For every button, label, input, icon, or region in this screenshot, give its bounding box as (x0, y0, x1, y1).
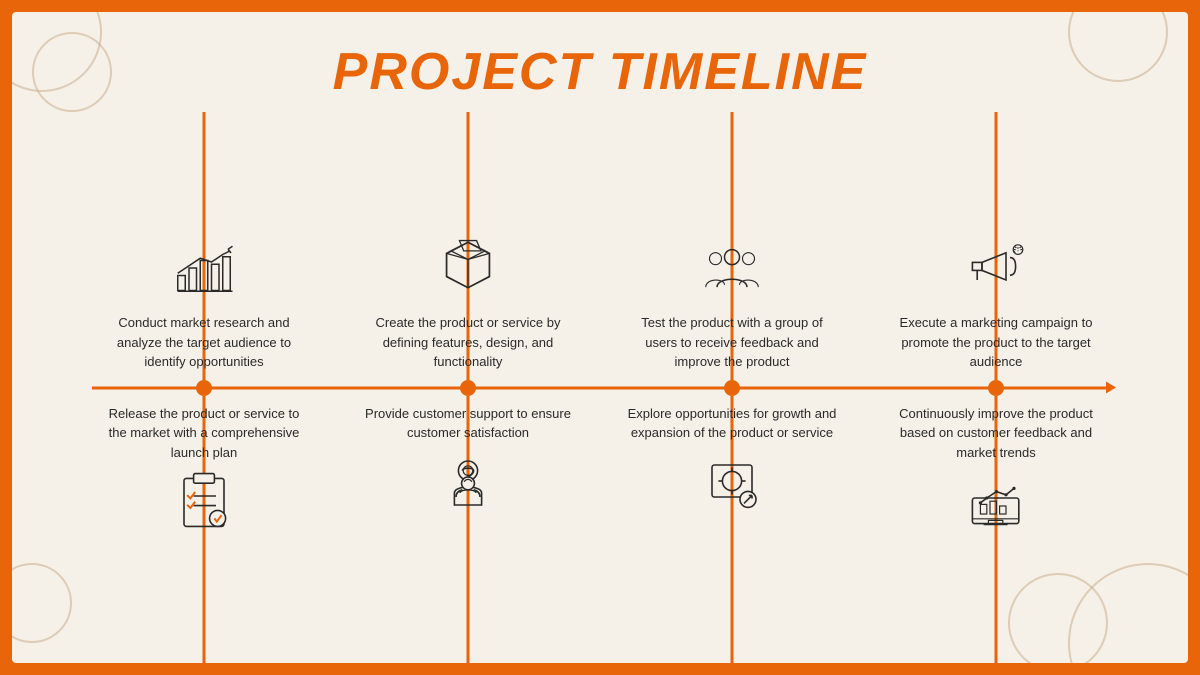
bottom-text-1: Release the product or service to the ma… (94, 404, 314, 463)
top-text-3: Test the product with a group of users t… (622, 313, 842, 372)
growth-icon (702, 453, 762, 518)
timeline-col-1: Conduct market research and analyze the … (72, 112, 336, 663)
checklist-icon (174, 472, 234, 537)
chart-icon (174, 238, 234, 303)
bottom-content-3: Explore opportunities for growth and exp… (622, 404, 842, 664)
node-3 (724, 380, 740, 396)
megaphone-icon (966, 238, 1026, 303)
product-icon (438, 238, 498, 303)
bottom-text-2: Provide customer support to ensure custo… (358, 404, 578, 443)
timeline-col-4: Execute a marketing campaign to promote … (864, 112, 1128, 663)
bottom-text-4: Continuously improve the product based o… (886, 404, 1106, 463)
top-content-2: Create the product or service by definin… (358, 112, 578, 372)
top-content-4: Execute a marketing campaign to promote … (886, 112, 1106, 372)
bottom-content-4: Continuously improve the product based o… (886, 404, 1106, 664)
bottom-content-2: Provide customer support to ensure custo… (358, 404, 578, 664)
support-icon (438, 453, 498, 518)
node-1 (196, 380, 212, 396)
page-title: PROJECT TIMELINE (333, 42, 868, 102)
top-text-1: Conduct market research and analyze the … (94, 313, 314, 372)
bottom-content-1: Release the product or service to the ma… (94, 404, 314, 664)
node-2 (460, 380, 476, 396)
node-4 (988, 380, 1004, 396)
timeline-area: Conduct market research and analyze the … (12, 112, 1188, 663)
deco-circle-tl2 (32, 32, 112, 112)
timeline-items: Conduct market research and analyze the … (12, 112, 1188, 663)
deco-circle-tr1 (1068, 12, 1168, 82)
bottom-text-3: Explore opportunities for growth and exp… (622, 404, 842, 443)
users-icon (702, 238, 762, 303)
top-content-3: Test the product with a group of users t… (622, 112, 842, 372)
inner-card: PROJECT TIMELINE (12, 12, 1188, 663)
timeline-col-3: Test the product with a group of users t… (600, 112, 864, 663)
timeline-col-2: Create the product or service by definin… (336, 112, 600, 663)
analytics-icon (966, 472, 1026, 537)
top-content-1: Conduct market research and analyze the … (94, 112, 314, 372)
top-text-4: Execute a marketing campaign to promote … (886, 313, 1106, 372)
outer-border: PROJECT TIMELINE (0, 0, 1200, 675)
top-text-2: Create the product or service by definin… (358, 313, 578, 372)
